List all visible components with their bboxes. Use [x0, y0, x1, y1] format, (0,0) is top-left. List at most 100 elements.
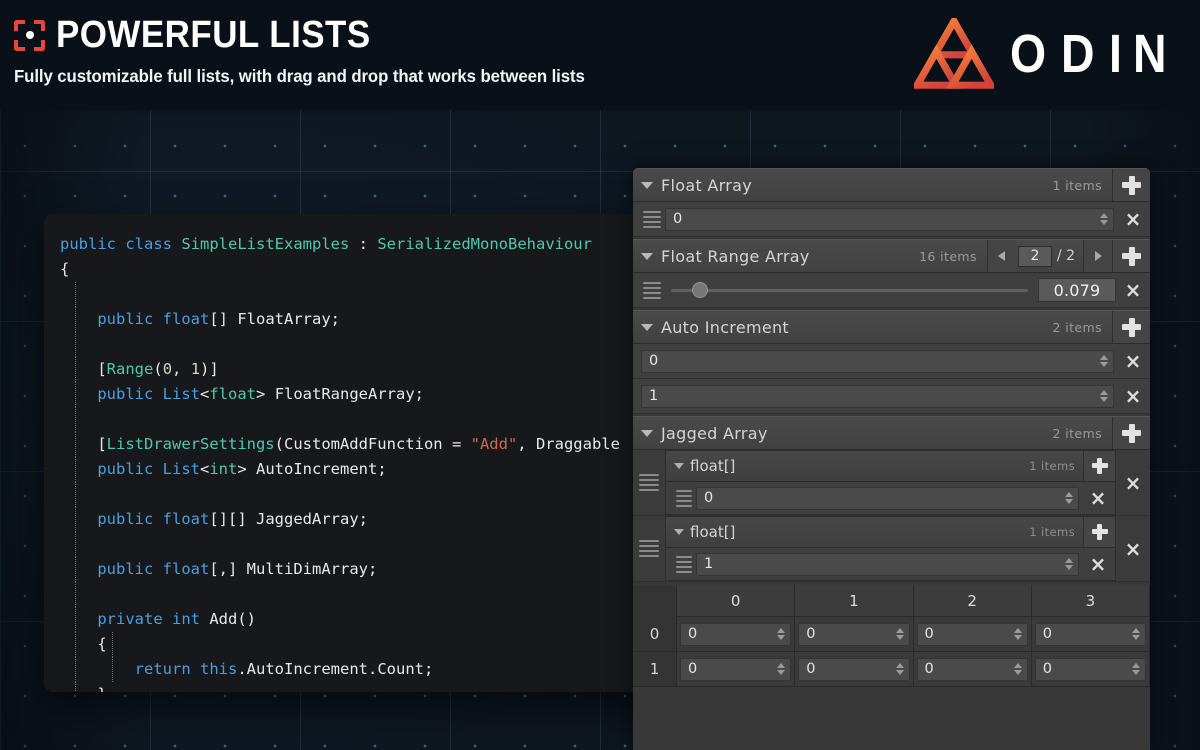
list-header-auto-increment[interactable]: Auto Increment 2 items [633, 310, 1150, 344]
code-token: > [237, 460, 257, 478]
stepper-icon[interactable] [1064, 492, 1074, 504]
code-token: MultiDimArray [246, 560, 368, 578]
drag-handle-icon[interactable] [672, 489, 696, 507]
collapse-caret-icon[interactable] [674, 463, 684, 469]
stepper-icon[interactable] [1013, 663, 1023, 675]
code-token: ; [358, 510, 369, 528]
indent-guide [75, 407, 76, 432]
table-cell[interactable]: 0 [1031, 617, 1150, 652]
list-header-jagged-array[interactable]: Jagged Array 2 items [633, 416, 1150, 450]
value-field[interactable]: 0 [665, 207, 1114, 231]
target-brackets-icon [14, 19, 45, 51]
indent-guide [75, 557, 76, 582]
collapse-caret-icon[interactable] [641, 181, 653, 189]
add-item-button[interactable] [1083, 451, 1115, 481]
cell-value-field[interactable]: 0 [1034, 657, 1146, 681]
stepper-icon[interactable] [1099, 213, 1109, 225]
nested-list-header[interactable]: float[] 1 items [666, 451, 1115, 482]
add-item-button[interactable] [1112, 311, 1150, 343]
collapse-caret-icon[interactable] [641, 429, 653, 437]
list-title: Float Array [661, 175, 752, 195]
code-token: public [97, 510, 154, 528]
add-item-button[interactable] [1112, 169, 1150, 201]
nested-list-item[interactable]: float[] 1 items 0 × × [633, 450, 1150, 516]
add-item-button[interactable] [1112, 240, 1150, 272]
remove-item-button[interactable]: × [1081, 488, 1115, 508]
list-item-row[interactable]: 1 × [666, 548, 1115, 580]
slider-track[interactable] [671, 282, 1028, 298]
drag-handle-icon[interactable] [633, 516, 665, 581]
page-number-input[interactable]: 2 [1017, 245, 1052, 267]
table-row: 10000 [633, 652, 1150, 687]
table-cell[interactable]: 0 [913, 652, 1032, 687]
drag-handle-icon[interactable] [639, 210, 665, 228]
value-field[interactable]: 1 [696, 552, 1079, 576]
code-token: } [60, 685, 106, 692]
stepper-icon[interactable] [1013, 628, 1023, 640]
value-field[interactable]: 1 [641, 384, 1114, 408]
unity-inspector-panel[interactable]: Float Array 1 items 0 × Float Range Array 16 … [633, 168, 1150, 750]
list-item-row[interactable]: 0 × [633, 202, 1150, 237]
value-field[interactable]: 0 [696, 486, 1079, 510]
next-page-button[interactable] [1083, 240, 1112, 272]
code-token: return [134, 660, 191, 678]
table-cell[interactable]: 0 [913, 617, 1032, 652]
list-item-row[interactable]: 0 × [666, 482, 1115, 514]
indent-guide [75, 582, 76, 607]
remove-item-button[interactable]: × [1116, 450, 1150, 515]
list-item-row[interactable]: 0 × [633, 344, 1150, 379]
nested-list-header[interactable]: float[] 1 items [666, 517, 1115, 548]
table-cell[interactable]: 0 [677, 652, 796, 687]
stepper-icon[interactable] [776, 663, 786, 675]
drag-handle-icon[interactable] [672, 555, 696, 573]
page-subtitle: Fully customizable full lists, with drag… [14, 66, 585, 86]
stepper-icon[interactable] [1131, 663, 1141, 675]
cell-value-field[interactable]: 0 [798, 657, 910, 681]
add-item-button[interactable] [1083, 517, 1115, 547]
code-token: "Add" [470, 435, 518, 453]
stepper-icon[interactable] [895, 663, 905, 675]
cell-value-field[interactable]: 0 [916, 622, 1028, 646]
remove-item-button[interactable]: × [1116, 386, 1150, 406]
list-item-row[interactable]: 1 × [633, 379, 1150, 414]
table-cell[interactable]: 0 [1031, 652, 1150, 687]
nested-list-item[interactable]: float[] 1 items 1 × × [633, 516, 1150, 582]
list-item-row[interactable]: 0.079 × [633, 273, 1150, 308]
slider-value-input[interactable]: 0.079 [1038, 278, 1116, 302]
code-token: 0 [162, 360, 173, 378]
table-cell[interactable]: 0 [677, 617, 796, 652]
multi-dim-array-table[interactable]: 01230000010000 [633, 585, 1150, 687]
collapse-caret-icon[interactable] [674, 529, 684, 535]
cell-value-field[interactable]: 0 [916, 657, 1028, 681]
drag-handle-icon[interactable] [633, 450, 665, 515]
prev-page-button[interactable] [986, 240, 1016, 272]
table-cell[interactable]: 0 [795, 617, 914, 652]
list-header-float-range-array[interactable]: Float Range Array 16 items 2/ 2 [633, 239, 1150, 273]
cell-value-field[interactable]: 0 [680, 657, 792, 681]
stepper-icon[interactable] [1131, 628, 1141, 640]
remove-item-button[interactable]: × [1116, 351, 1150, 371]
list-block-float-range-array: Float Range Array 16 items 2/ 2 0.079 × [633, 239, 1150, 308]
cell-value-field[interactable]: 0 [798, 622, 910, 646]
stepper-icon[interactable] [1099, 355, 1109, 367]
collapse-caret-icon[interactable] [641, 252, 653, 260]
stepper-icon[interactable] [776, 628, 786, 640]
remove-item-button[interactable]: × [1081, 554, 1115, 574]
stepper-icon[interactable] [1099, 390, 1109, 402]
slider[interactable] [665, 282, 1038, 298]
list-header-float-array[interactable]: Float Array 1 items [633, 168, 1150, 202]
collapse-caret-icon[interactable] [641, 323, 653, 331]
table-cell[interactable]: 0 [795, 652, 914, 687]
remove-item-button[interactable]: × [1116, 280, 1150, 300]
stepper-icon[interactable] [895, 628, 905, 640]
value-field[interactable]: 0 [641, 349, 1114, 373]
cell-value-field[interactable]: 0 [1034, 622, 1146, 646]
stepper-icon[interactable] [1064, 558, 1074, 570]
remove-item-button[interactable]: × [1116, 209, 1150, 229]
slider-knob[interactable] [691, 282, 708, 298]
add-item-button[interactable] [1112, 417, 1150, 449]
remove-item-button[interactable]: × [1116, 516, 1150, 581]
cell-value-field[interactable]: 0 [680, 622, 792, 646]
drag-handle-icon[interactable] [639, 281, 665, 299]
